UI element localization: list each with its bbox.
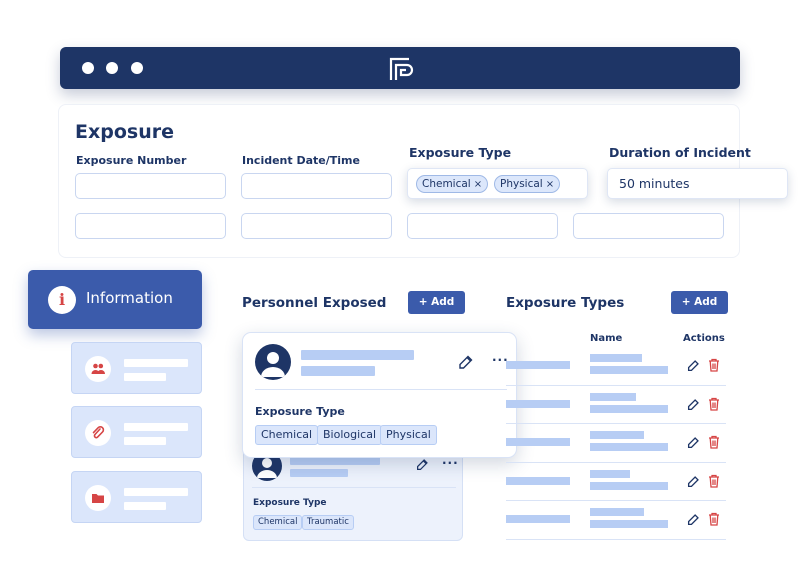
trash-icon[interactable] — [708, 397, 720, 411]
sidebar-item-files[interactable] — [71, 471, 202, 523]
exposure-type-tag: Physical — [380, 425, 437, 445]
exposure-number-label: Exposure Number — [76, 154, 187, 167]
paperclip-icon — [85, 420, 111, 446]
duration-value: 50 minutes — [619, 176, 690, 191]
exposure-type-label: Exposure Type — [409, 145, 512, 160]
window-dot[interactable] — [131, 62, 143, 74]
exposure-types-title: Exposure Types — [506, 295, 625, 311]
info-icon: i — [48, 286, 76, 314]
exposure-type-multiselect[interactable]: Chemical × Physical × — [407, 168, 588, 199]
placeholder-bar — [590, 481, 668, 490]
placeholder-bar — [590, 520, 668, 528]
row-divider — [506, 423, 726, 424]
page-title: Exposure — [75, 121, 174, 143]
placeholder-bar — [506, 399, 570, 408]
placeholder-bar — [124, 373, 166, 381]
formsite-logo-icon — [389, 57, 414, 80]
edit-icon[interactable] — [687, 513, 700, 526]
remove-chip-icon[interactable]: × — [546, 179, 554, 190]
row-divider — [506, 461, 726, 463]
edit-icon[interactable] — [687, 359, 700, 372]
remove-chip-icon[interactable]: × — [474, 179, 482, 190]
placeholder-bar — [290, 457, 380, 465]
add-personnel-button[interactable]: + Add — [408, 291, 465, 314]
form-input[interactable] — [407, 213, 558, 239]
placeholder-bar — [590, 469, 630, 478]
placeholder-bar — [290, 469, 348, 477]
edit-icon[interactable] — [687, 436, 700, 449]
placeholder-bar — [506, 476, 570, 485]
duration-input[interactable]: 50 minutes — [607, 168, 788, 199]
exposure-type-tag: Traumatic — [302, 515, 354, 530]
column-header-name: Name — [590, 333, 623, 344]
row-divider — [506, 500, 726, 501]
people-icon — [85, 356, 111, 382]
chip-label: Physical — [500, 178, 543, 190]
more-options-icon[interactable]: ··· — [442, 456, 459, 470]
placeholder-bar — [590, 366, 668, 374]
placeholder-bar — [124, 437, 166, 445]
trash-icon[interactable] — [708, 474, 720, 488]
row-divider — [506, 538, 726, 540]
placeholder-bar — [506, 438, 570, 446]
trash-icon[interactable] — [708, 512, 720, 526]
placeholder-bar — [124, 488, 188, 496]
placeholder-bar — [124, 359, 188, 367]
column-header-actions: Actions — [683, 333, 725, 344]
placeholder-bar — [124, 423, 188, 431]
browser-title-bar — [60, 47, 740, 89]
placeholder-bar — [590, 431, 644, 439]
edit-icon[interactable] — [458, 354, 474, 370]
form-input[interactable] — [573, 213, 724, 239]
placeholder-bar — [590, 508, 644, 516]
incident-date-input[interactable] — [241, 173, 392, 199]
exposure-type-chip[interactable]: Chemical × — [416, 175, 489, 193]
folder-icon — [85, 485, 111, 511]
chip-label: Chemical — [422, 178, 471, 190]
exposure-type-chip[interactable]: Physical × — [494, 175, 561, 193]
form-input[interactable] — [75, 213, 226, 239]
placeholder-bar — [301, 350, 414, 360]
sidebar-item-attachments[interactable] — [71, 406, 202, 458]
sidebar-item-personnel[interactable] — [71, 342, 202, 394]
avatar — [255, 344, 291, 380]
edit-icon[interactable] — [687, 475, 700, 488]
placeholder-bar — [590, 404, 668, 413]
personnel-card[interactable]: ··· Exposure Type Chemical Biological Ph… — [242, 332, 517, 458]
placeholder-bar — [506, 515, 570, 523]
divider — [255, 389, 507, 390]
sidebar-item-label: Information — [86, 289, 173, 307]
duration-label: Duration of Incident — [609, 145, 751, 160]
edit-icon[interactable] — [687, 398, 700, 411]
exposure-type-tag: Biological — [317, 425, 383, 445]
card-exposure-type-label: Exposure Type — [255, 405, 345, 418]
card-exposure-type-label: Exposure Type — [253, 498, 327, 508]
exposure-type-tag: Chemical — [253, 515, 303, 530]
row-divider — [506, 384, 726, 386]
window-dot[interactable] — [106, 62, 118, 74]
incident-date-label: Incident Date/Time — [242, 154, 360, 167]
exposure-number-input[interactable] — [75, 173, 226, 199]
placeholder-bar — [124, 502, 166, 510]
form-input[interactable] — [241, 213, 392, 239]
sidebar-item-information[interactable]: i Information — [28, 270, 202, 329]
placeholder-bar — [590, 354, 642, 362]
divider — [252, 487, 456, 488]
add-exposure-type-button[interactable]: + Add — [671, 291, 728, 314]
window-dot[interactable] — [82, 62, 94, 74]
exposure-type-tag: Chemical — [255, 425, 319, 445]
placeholder-bar — [301, 366, 375, 376]
trash-icon[interactable] — [708, 358, 720, 372]
edit-icon[interactable] — [416, 458, 429, 471]
placeholder-bar — [506, 361, 570, 369]
placeholder-bar — [590, 443, 668, 451]
trash-icon[interactable] — [708, 435, 720, 449]
personnel-exposed-title: Personnel Exposed — [242, 295, 387, 311]
placeholder-bar — [590, 392, 636, 401]
